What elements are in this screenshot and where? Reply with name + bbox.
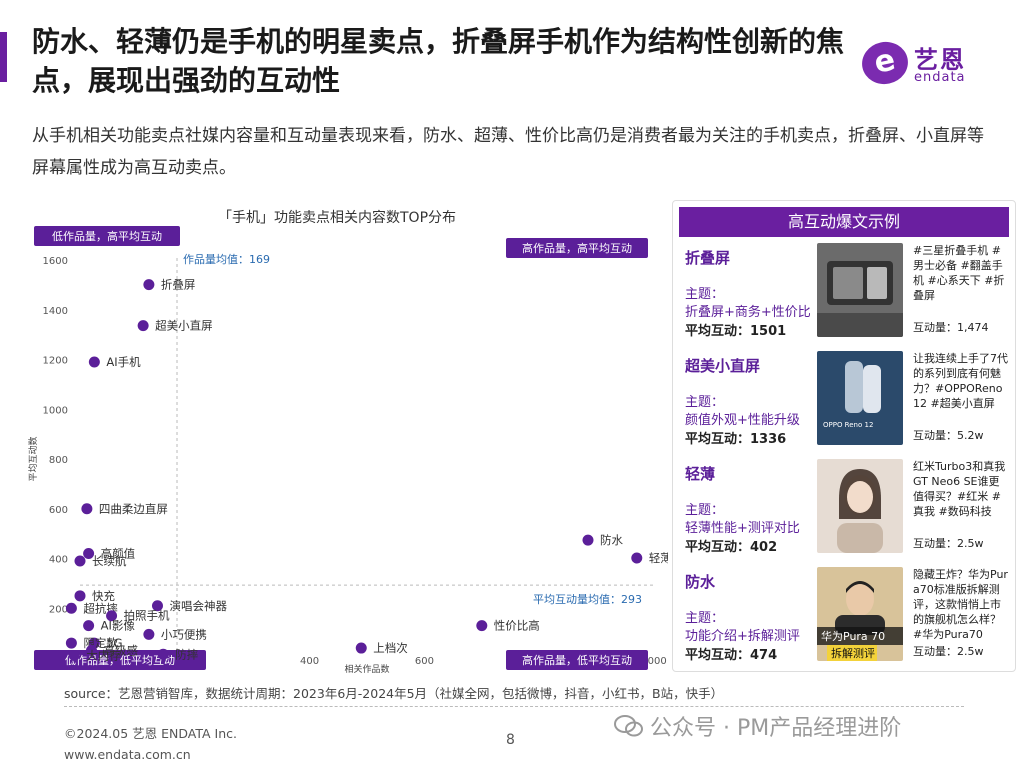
examples-panel-title: 高互动爆文示例 — [679, 207, 1009, 237]
example-interaction: 平均互动：402 — [685, 540, 778, 555]
example-thumbnail[interactable]: OPPO Reno 12 — [817, 351, 903, 445]
quadrant-label: 高作品量，高平均互动 — [522, 241, 632, 255]
title-accent-bar — [0, 32, 7, 82]
point-label: 四曲柔边直屏 — [99, 502, 168, 516]
point-label: 大内存 — [86, 649, 121, 663]
point-label: 防水 — [600, 533, 623, 547]
example-topic-label: 主题： — [685, 611, 725, 626]
example-topic: 折叠屏+商务+性价比 — [685, 305, 811, 320]
quadrant-label: 低作品量，高平均互动 — [52, 229, 162, 243]
example-name: 轻薄 — [685, 465, 716, 483]
point-label: AI影像 — [101, 619, 136, 633]
data-point — [157, 648, 169, 660]
examples-panel: 高互动爆文示例 折叠屏 主题： 折叠屏+商务+性价比 平均互动：1501 #三星… — [672, 200, 1016, 672]
page-number: 8 — [506, 732, 515, 748]
point-label: 小巧便携 — [161, 627, 207, 641]
example-thumbnail[interactable] — [817, 243, 903, 337]
site-url: www.endata.com.cn — [64, 747, 191, 762]
data-point — [68, 650, 80, 662]
wechat-icon — [614, 715, 643, 737]
example-item: 轻薄 主题： 轻薄性能+测评对比 平均互动：402 红米Turbo3和真我GT … — [681, 459, 1011, 569]
example-count: 互动量：2.5w — [913, 537, 984, 550]
y-tick-label: 800 — [49, 455, 68, 466]
point-label: 折叠屏 — [161, 278, 196, 292]
point-label: 长续航 — [92, 554, 127, 568]
data-point — [83, 620, 95, 632]
x-axis-label: 相关作品数 — [344, 663, 389, 675]
page-subtitle: 从手机相关功能卖点社媒内容量和互动量表现来看，防水、超薄、性价比高仍是消费者最为… — [32, 126, 984, 178]
y-tick-label: 200 — [49, 604, 68, 615]
example-count: 互动量：5.2w — [913, 429, 984, 442]
y-axis-label: 平均互动数 — [28, 436, 39, 481]
data-point — [65, 637, 77, 649]
example-name: 折叠屏 — [685, 249, 731, 267]
example-item: 防水 主题： 功能介绍+拆解测评 平均互动：474 华为Pura 70 拆解测评… — [681, 567, 1011, 677]
footer-divider — [64, 706, 964, 707]
data-point — [74, 590, 86, 602]
copyright: ©2024.05 艺恩 ENDATA Inc. — [64, 726, 238, 741]
data-point — [631, 552, 643, 564]
x-tick-label: 600 — [415, 656, 434, 667]
point-label: 防摔 — [175, 647, 198, 661]
logo-mark: e — [858, 37, 912, 89]
example-count: 互动量：1,474 — [913, 321, 989, 334]
scatter-chart: 「手机」功能卖点相关内容数TOP分布 200 400 600 800 1000 1200 14… — [28, 209, 668, 675]
avg-y-label: 平均互动量均值：293 — [533, 593, 642, 606]
example-topic: 轻薄性能+测评对比 — [685, 521, 800, 536]
avg-x-label: 作品量均值：169 — [183, 253, 270, 266]
example-topic-label: 主题： — [685, 287, 725, 302]
example-topic-label: 主题： — [685, 395, 725, 410]
data-point — [143, 279, 155, 291]
data-point — [74, 555, 86, 567]
example-count: 互动量：2.5w — [913, 645, 984, 658]
y-tick-label: 1200 — [43, 356, 68, 367]
point-label: 上档次 — [373, 641, 408, 655]
point-label: 演唱会神器 — [169, 599, 227, 613]
thumb-subcaption: 拆解测评 — [831, 646, 875, 660]
y-tick-label: 1400 — [43, 306, 68, 317]
endata-logo: e 艺恩 endata — [858, 37, 1002, 90]
data-point — [355, 642, 367, 654]
example-name: 超美小直屏 — [685, 357, 761, 375]
point-label: 超美小直屏 — [155, 319, 213, 333]
example-thumbnail[interactable]: 华为Pura 70 拆解测评 — [817, 567, 903, 661]
data-point — [582, 534, 594, 546]
y-tick-label: 1000 — [43, 405, 68, 416]
example-interaction: 平均互动：474 — [685, 648, 778, 663]
example-thumbnail[interactable] — [817, 459, 903, 553]
wechat-account: 公众号 · PM产品经理进阶 — [650, 716, 902, 741]
data-point — [88, 356, 100, 368]
example-topic: 颜值外观+性能升级 — [685, 413, 800, 428]
x-tick-label: 400 — [300, 656, 319, 667]
point-label: 轻薄 — [649, 551, 668, 565]
example-item: 超美小直屏 主题： 颜值外观+性能升级 平均互动：1336 OPPO Reno … — [681, 351, 1011, 461]
thumb-caption: 华为Pura 70 — [821, 629, 885, 643]
data-point — [476, 620, 488, 632]
chart-title: 「手机」功能卖点相关内容数TOP分布 — [218, 209, 456, 226]
data-point — [143, 628, 155, 640]
y-tick-label: 1600 — [43, 256, 68, 267]
thumb-caption: OPPO Reno 12 — [823, 421, 873, 429]
example-description: 红米Turbo3和真我GT Neo6 SE谁更值得买？#红米 #真我 #数码科技 — [913, 460, 1006, 518]
page-title: 防水、轻薄仍是手机的明星卖点，折叠屏手机作为结构性创新的焦点，展现出强劲的互动性 — [32, 25, 845, 97]
y-tick-label: 400 — [49, 555, 68, 566]
example-description: 让我连续上手了7代的系列到底有何魅力？#OPPOReno12 #超美小直屏 — [913, 352, 1008, 410]
point-label: AI手机 — [106, 355, 141, 369]
logo-en-text: endata — [914, 70, 966, 85]
example-item: 折叠屏 主题： 折叠屏+商务+性价比 平均互动：1501 #三星折叠手机 #男士… — [681, 243, 1011, 353]
example-topic: 功能介绍+拆解测评 — [685, 629, 800, 644]
example-topic-label: 主题： — [685, 503, 725, 518]
example-interaction: 平均互动：1336 — [685, 432, 787, 447]
data-point — [65, 602, 77, 614]
data-point — [81, 503, 93, 515]
y-tick-label: 600 — [49, 505, 68, 516]
data-point — [137, 320, 149, 332]
quadrant-label: 高作品量，低平均互动 — [522, 653, 632, 667]
point-label: 性价比高 — [494, 619, 540, 633]
example-description: #三星折叠手机 #男士必备 #翻盖手机 #心系天下 #折叠屏 — [913, 244, 1005, 302]
example-description: 隐藏王炸？华为Pura70标准版拆解测评，这款悄悄上市的旗舰机怎么样？#华为Pu… — [913, 568, 1008, 641]
example-name: 防水 — [685, 573, 716, 591]
source-note: source：艺恩营销智库，数据统计周期：2023年6月-2024年5月（社媒全… — [64, 686, 724, 701]
example-interaction: 平均互动：1501 — [685, 324, 787, 339]
